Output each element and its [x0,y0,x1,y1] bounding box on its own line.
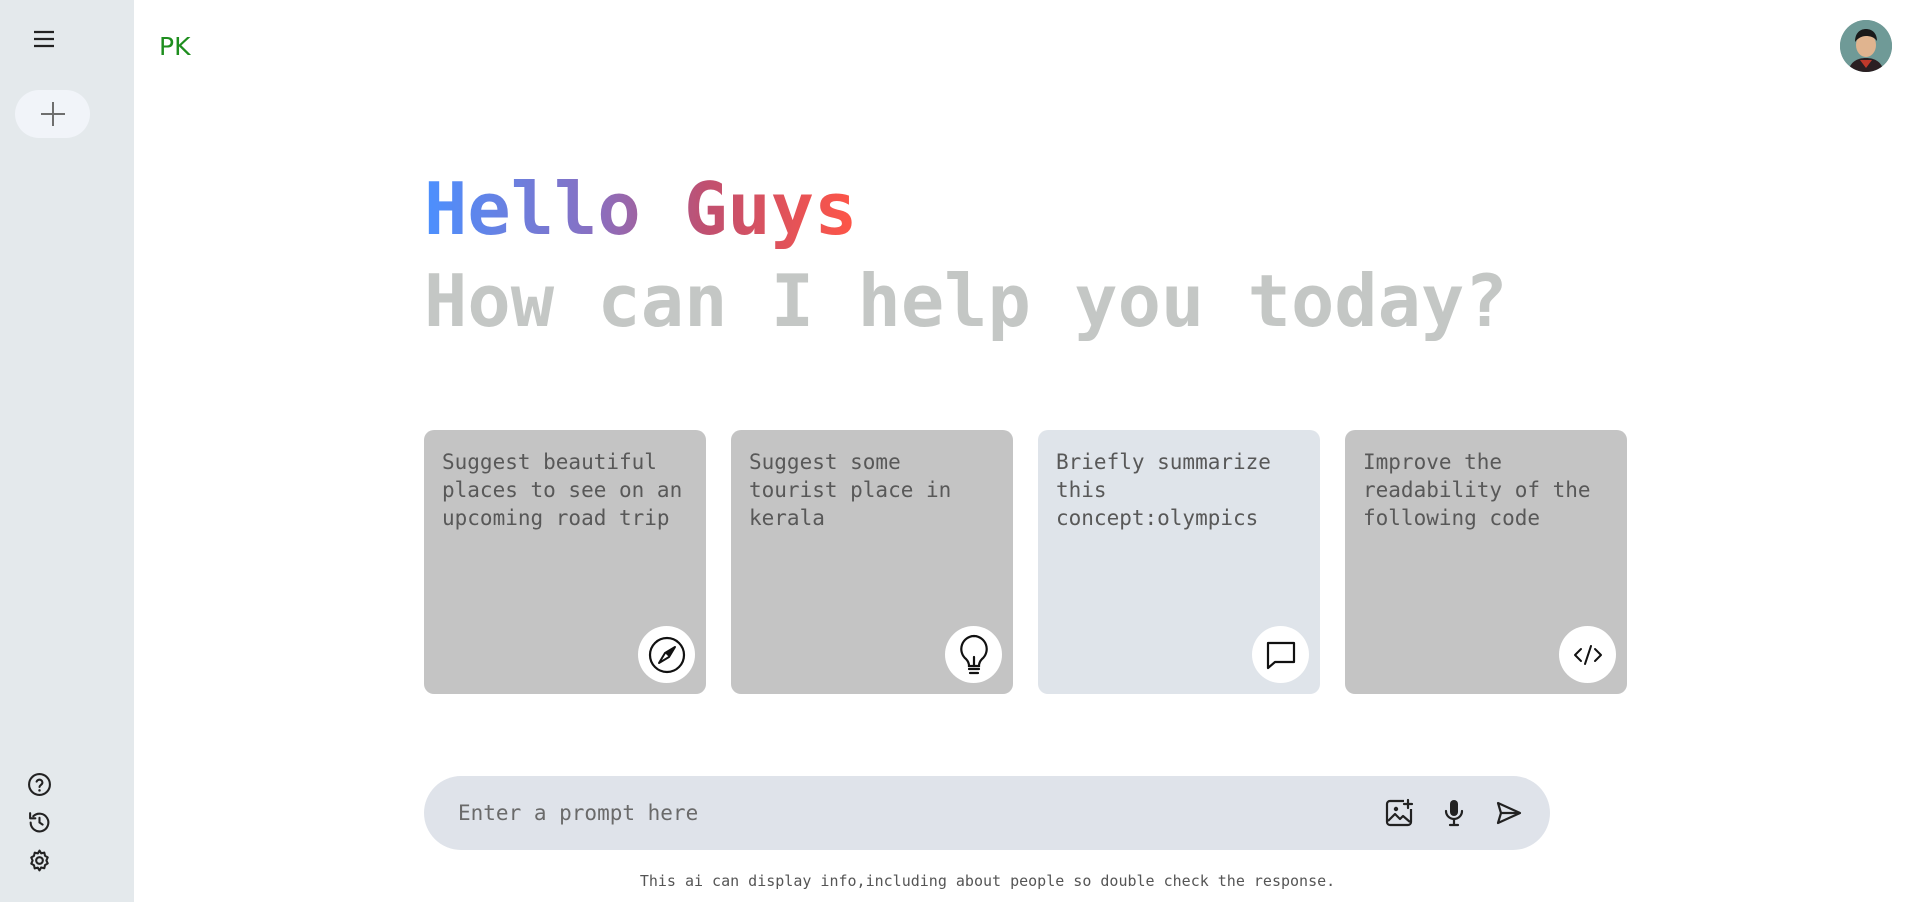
suggestion-card-road-trip[interactable]: Suggest beautiful places to see on an up… [424,430,706,694]
sidebar [0,0,134,902]
avatar[interactable] [1840,20,1892,72]
card-text: Suggest beautiful places to see on an up… [442,450,683,530]
bulb-icon [945,626,1002,683]
code-icon [1559,626,1616,683]
card-text: Briefly summarize this concept:olympics [1056,450,1271,530]
settings-icon[interactable] [27,848,52,873]
menu-icon[interactable] [32,27,60,51]
disclaimer-text: This ai can display info,including about… [639,872,1336,890]
new-chat-button[interactable] [15,90,90,138]
brand-title: PK [159,32,191,61]
compass-icon [638,626,695,683]
help-icon[interactable] [27,772,52,797]
card-text: Suggest some tourist place in kerala [749,450,952,530]
greeting-title: Hello Guys [424,167,858,251]
greeting-subtitle: How can I help you today? [424,259,1508,343]
microphone-icon[interactable] [1438,798,1469,829]
suggestion-card-olympics[interactable]: Briefly summarize this concept:olympics [1038,430,1320,694]
suggestion-card-kerala[interactable]: Suggest some tourist place in kerala [731,430,1013,694]
suggestion-card-code[interactable]: Improve the readability of the following… [1345,430,1627,694]
plus-icon [40,102,65,126]
message-icon [1252,626,1309,683]
prompt-bar [424,776,1550,850]
image-upload-icon[interactable] [1383,798,1414,829]
card-text: Improve the readability of the following… [1363,450,1591,530]
history-icon[interactable] [27,810,52,835]
prompt-input[interactable] [458,801,1383,825]
send-icon[interactable] [1493,798,1524,829]
